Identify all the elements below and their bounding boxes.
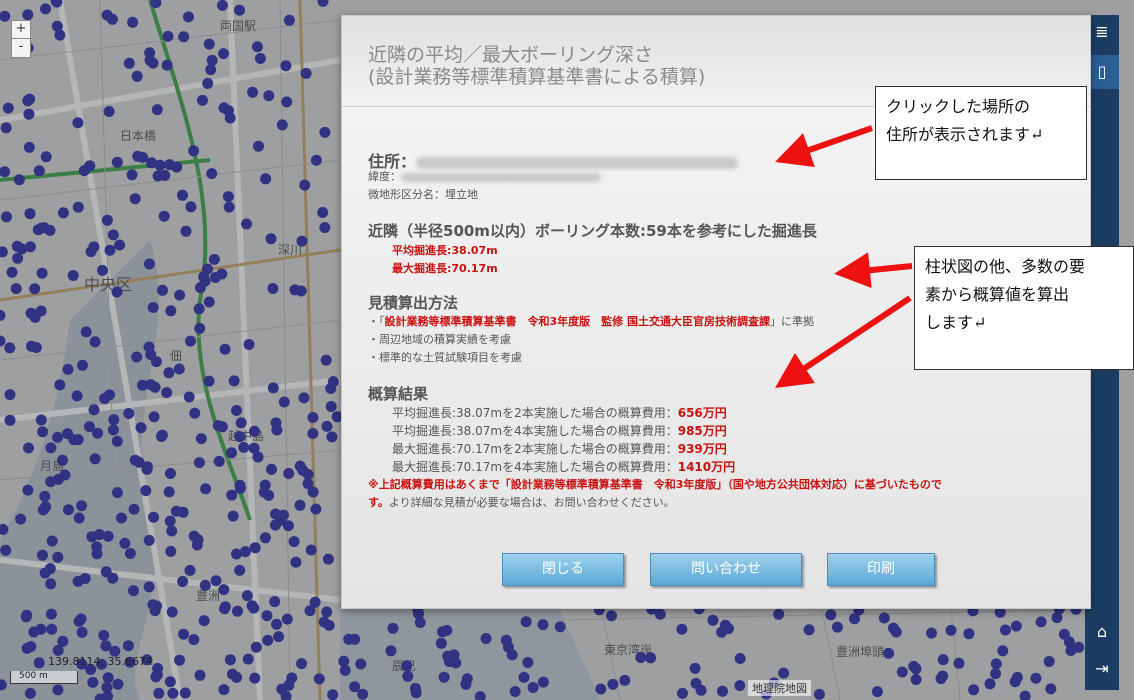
arrow-depth bbox=[834, 252, 913, 289]
annotation-arrows bbox=[775, 125, 913, 388]
arrow-result bbox=[775, 295, 912, 388]
arrow-address bbox=[775, 125, 873, 168]
